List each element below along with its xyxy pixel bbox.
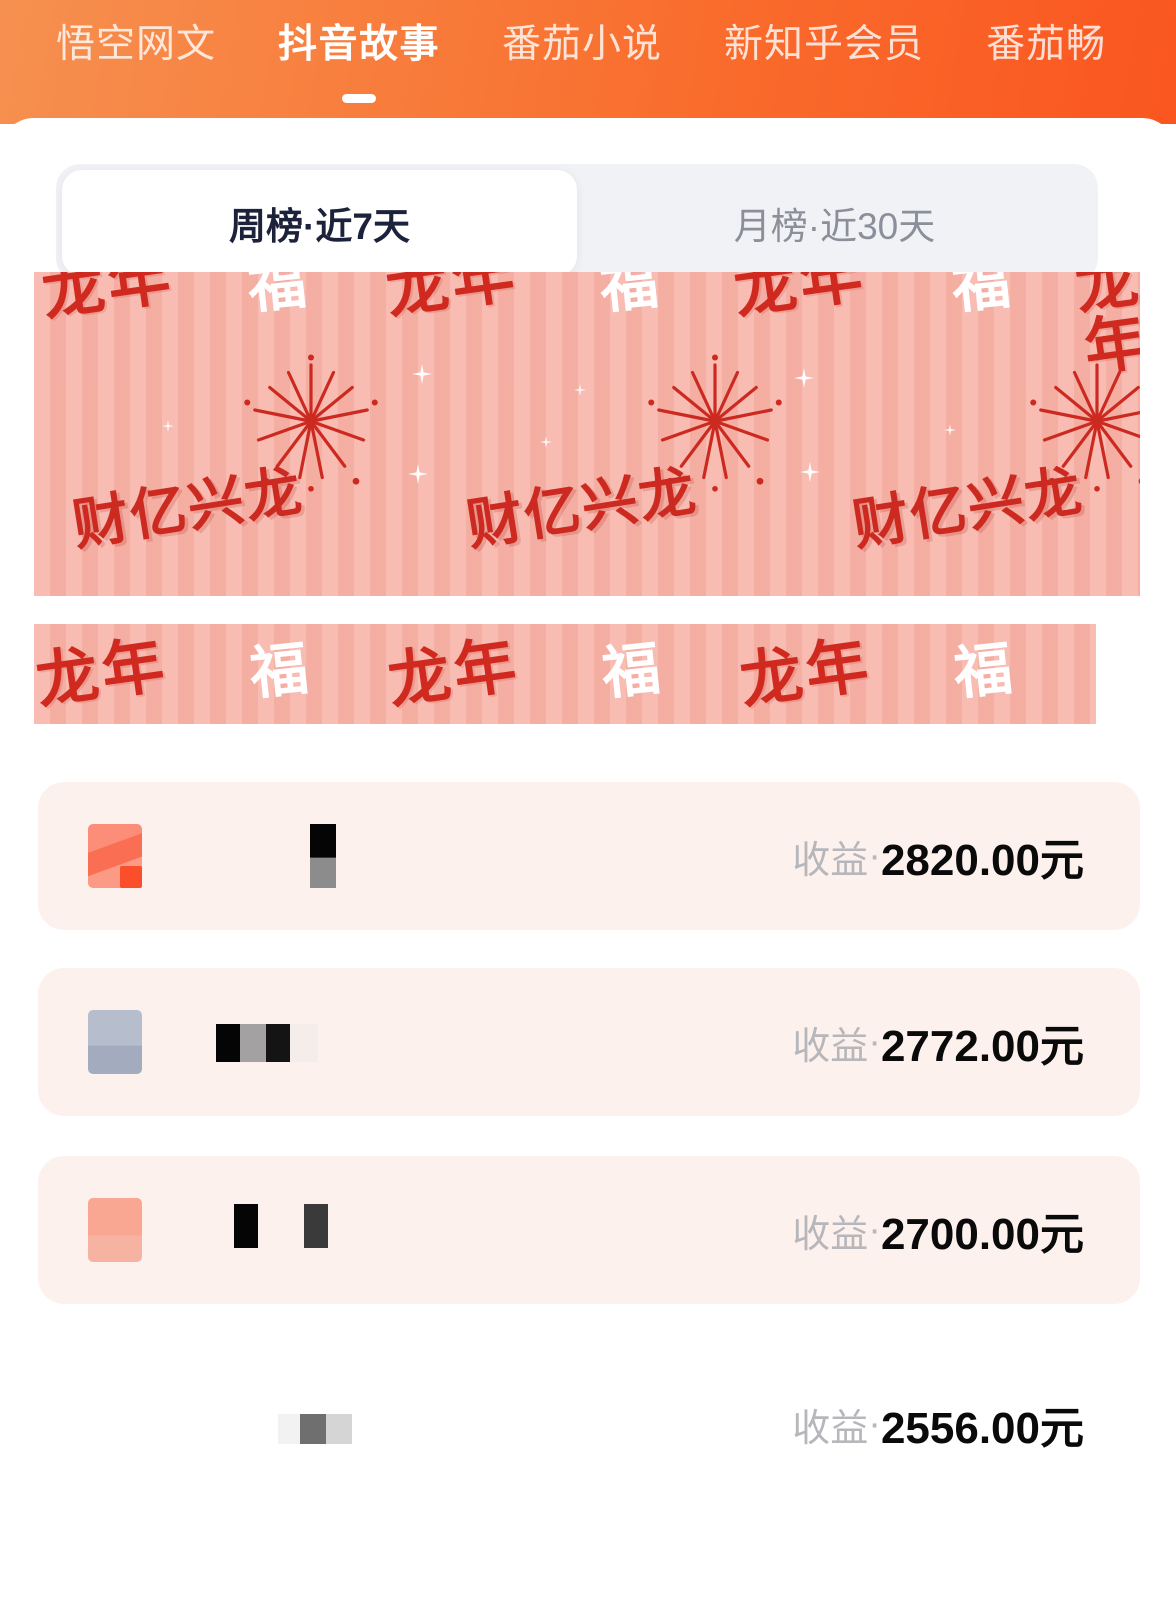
period-segmented-control[interactable]: 周榜·近7天 月榜·近30天: [56, 164, 1098, 282]
redaction-block: [234, 1204, 258, 1248]
tab-label: 新知乎会员: [724, 23, 925, 66]
rank-badge: [88, 1198, 142, 1262]
redaction-block: [216, 1024, 240, 1062]
redaction-block: [310, 824, 336, 888]
earnings-label: 收益: [792, 1025, 869, 1068]
earnings-amount: 2820.00元: [880, 836, 1084, 885]
redaction-block: [290, 1024, 318, 1062]
rank-badge: [88, 824, 142, 888]
earnings-label: 收益: [792, 839, 869, 882]
tab-xin-zhihu-huiyuan[interactable]: 新知乎会员: [724, 14, 924, 72]
tab-label: 抖音故事: [278, 23, 441, 66]
festive-banner-secondary[interactable]: 龙年 福 龙年 福 龙年 福: [34, 624, 1096, 724]
segment-monthly[interactable]: 月榜·近30天: [577, 170, 1092, 276]
earnings-cell: 收益 · 2820.00元: [792, 782, 1084, 930]
tab-strip[interactable]: 悟空网文 抖音故事 番茄小说 新知乎会员 番茄畅: [0, 0, 1168, 124]
author-name-redacted: [234, 1204, 328, 1248]
table-row[interactable]: 收益 · 2820.00元: [38, 782, 1140, 930]
rank-badge: [88, 1010, 142, 1074]
ranking-page: 悟空网文 抖音故事 番茄小说 新知乎会员 番茄畅 周榜·近7天 月榜·近30天 …: [0, 0, 1176, 1620]
author-name-redacted: [310, 824, 336, 888]
tab-wukong-wenwen[interactable]: 悟空网文: [56, 14, 216, 72]
redaction-block: [326, 1414, 352, 1444]
table-row[interactable]: 收益 · 2700.00元: [38, 1156, 1140, 1304]
earnings-label: 收益: [792, 1407, 869, 1450]
redaction-gap: [258, 1204, 304, 1248]
tab-active-indicator: [342, 94, 377, 103]
earnings-cell: 收益 · 2772.00元: [792, 968, 1084, 1116]
redaction-block: [300, 1414, 326, 1444]
earnings-amount: 2556.00元: [880, 1404, 1084, 1453]
top-tab-bar: 悟空网文 抖音故事 番茄小说 新知乎会员 番茄畅: [0, 0, 1176, 124]
tab-label: 番茄畅: [986, 23, 1107, 66]
redaction-block: [266, 1024, 290, 1062]
table-row[interactable]: 收益 · 2556.00元: [38, 1350, 1140, 1498]
tab-fanqie-chang[interactable]: 番茄畅: [986, 14, 1106, 72]
tab-label: 番茄小说: [502, 23, 663, 66]
redaction-block: [278, 1414, 300, 1444]
banner-stripe-pattern: [34, 624, 1096, 724]
earnings-cell: 收益 · 2556.00元: [792, 1350, 1084, 1498]
festive-banner-primary[interactable]: 龙年 福 龙年 福 龙年 福 龙年 财亿兴龙 财亿兴龙 财亿兴龙: [34, 272, 1140, 596]
segment-weekly[interactable]: 周榜·近7天: [62, 170, 577, 276]
earnings-separator: ·: [868, 1208, 881, 1251]
earnings-separator: ·: [868, 834, 881, 877]
author-name-redacted: [216, 1024, 318, 1062]
redaction-block: [240, 1024, 266, 1062]
tab-fanqie-xiaoshuo[interactable]: 番茄小说: [502, 14, 662, 72]
tab-douyin-gushi[interactable]: 抖音故事: [278, 14, 440, 103]
author-name-redacted: [278, 1414, 352, 1444]
earnings-amount: 2772.00元: [880, 1022, 1084, 1071]
earnings-cell: 收益 · 2700.00元: [792, 1156, 1084, 1304]
table-row[interactable]: 收益 · 2772.00元: [38, 968, 1140, 1116]
earnings-label: 收益: [792, 1213, 869, 1256]
earnings-separator: ·: [868, 1402, 881, 1445]
earnings-amount: 2700.00元: [880, 1210, 1084, 1259]
redaction-block: [304, 1204, 328, 1248]
banner-stripe-pattern: [34, 272, 1140, 596]
tab-label: 悟空网文: [56, 23, 217, 66]
earnings-separator: ·: [868, 1020, 881, 1063]
